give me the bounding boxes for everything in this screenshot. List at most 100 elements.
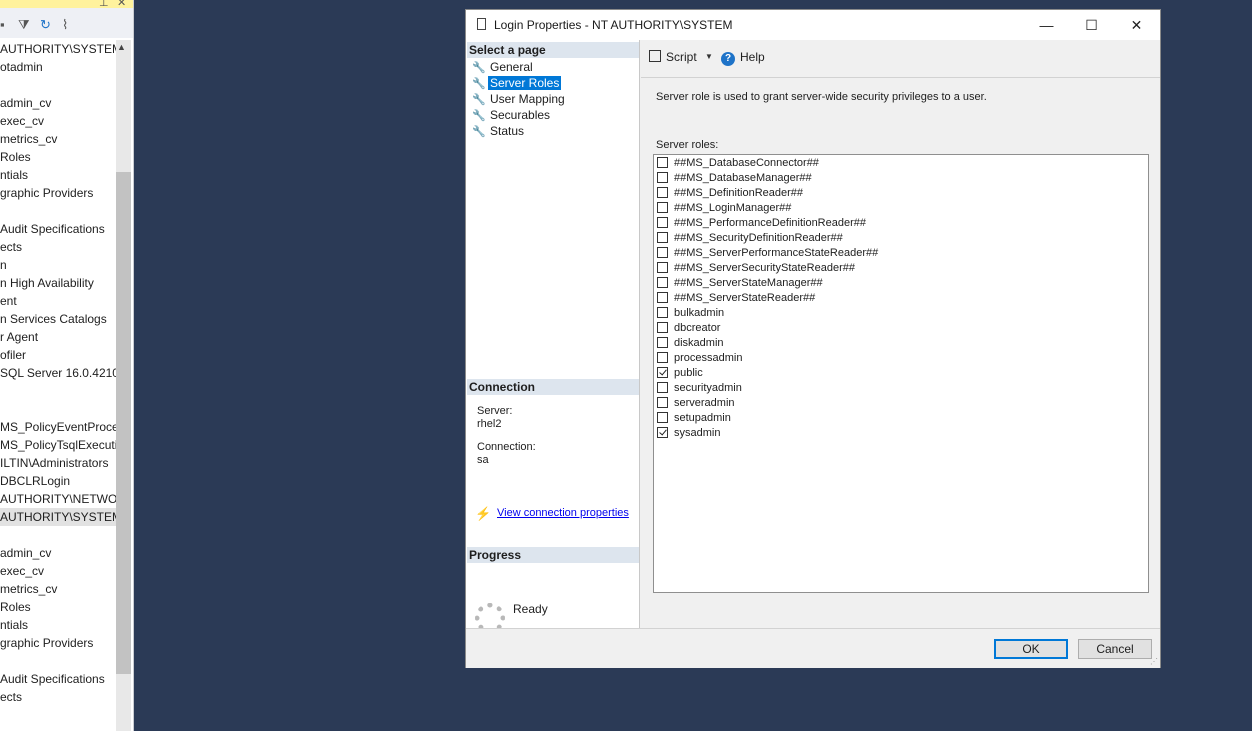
- tree-item[interactable]: AUTHORITY\SYSTEM: [0, 40, 116, 58]
- tree-item[interactable]: DBCLRLogin: [0, 472, 116, 490]
- page-item-general[interactable]: 🔧 General: [472, 59, 535, 75]
- tree-item[interactable]: [0, 202, 116, 220]
- role-checkbox[interactable]: [657, 187, 668, 198]
- ok-button[interactable]: OK: [994, 639, 1068, 659]
- role-checkbox[interactable]: [657, 367, 668, 378]
- role-checkbox[interactable]: [657, 202, 668, 213]
- tree-item[interactable]: ent: [0, 292, 116, 310]
- role-row[interactable]: ##MS_DefinitionReader##: [657, 186, 803, 201]
- role-checkbox[interactable]: [657, 247, 668, 258]
- tree-item[interactable]: exec_cv: [0, 562, 116, 580]
- disconnect-icon[interactable]: ▪: [0, 18, 5, 32]
- tree-item[interactable]: ILTIN\Administrators: [0, 454, 116, 472]
- role-row[interactable]: setupadmin: [657, 411, 731, 426]
- role-row[interactable]: ##MS_SecurityDefinitionReader##: [657, 231, 843, 246]
- role-row[interactable]: ##MS_DatabaseManager##: [657, 171, 812, 186]
- role-checkbox[interactable]: [657, 397, 668, 408]
- dialog-titlebar[interactable]: Login Properties - NT AUTHORITY\SYSTEM —…: [466, 10, 1160, 40]
- script-dropdown-icon[interactable]: ▼: [705, 52, 713, 61]
- tree-item[interactable]: n: [0, 256, 116, 274]
- activity-monitor-icon[interactable]: ⌇: [62, 18, 68, 32]
- role-row[interactable]: public: [657, 366, 703, 381]
- tree-item[interactable]: SQL Server 16.0.4210.1: [0, 364, 116, 382]
- minimize-button[interactable]: —: [1024, 10, 1069, 40]
- resize-grip-icon[interactable]: ⋰: [1150, 657, 1158, 666]
- role-row[interactable]: ##MS_ServerPerformanceStateReader##: [657, 246, 878, 261]
- tree-item[interactable]: metrics_cv: [0, 130, 116, 148]
- view-connection-properties-link[interactable]: View connection properties: [497, 507, 629, 519]
- close-button[interactable]: ✕: [1114, 10, 1159, 40]
- role-row[interactable]: dbcreator: [657, 321, 720, 336]
- page-item-status[interactable]: 🔧 Status: [472, 123, 526, 139]
- role-row[interactable]: serveradmin: [657, 396, 735, 411]
- tree-item[interactable]: [0, 382, 116, 400]
- tree-item[interactable]: ntials: [0, 166, 116, 184]
- page-item-server-roles[interactable]: 🔧 Server Roles: [472, 75, 562, 91]
- role-row[interactable]: sysadmin: [657, 426, 720, 441]
- role-checkbox[interactable]: [657, 337, 668, 348]
- tree-item[interactable]: ects: [0, 688, 116, 706]
- script-button[interactable]: Script: [649, 49, 697, 65]
- role-checkbox[interactable]: [657, 412, 668, 423]
- tree-item[interactable]: admin_cv: [0, 544, 116, 562]
- role-checkbox[interactable]: [657, 232, 668, 243]
- tree-item[interactable]: n High Availability: [0, 274, 116, 292]
- tree-item[interactable]: metrics_cv: [0, 580, 116, 598]
- role-row[interactable]: bulkadmin: [657, 306, 724, 321]
- tree-item[interactable]: AUTHORITY\SYSTEM: [0, 508, 116, 526]
- role-checkbox[interactable]: [657, 277, 668, 288]
- role-checkbox[interactable]: [657, 172, 668, 183]
- role-checkbox[interactable]: [657, 427, 668, 438]
- role-checkbox[interactable]: [657, 307, 668, 318]
- page-item-securables[interactable]: 🔧 Securables: [472, 107, 552, 123]
- role-row[interactable]: ##MS_ServerStateManager##: [657, 276, 823, 291]
- filter-icon[interactable]: ⧩: [18, 18, 30, 32]
- maximize-button[interactable]: ☐: [1069, 10, 1114, 40]
- role-row[interactable]: ##MS_LoginManager##: [657, 201, 791, 216]
- help-button[interactable]: ? Help: [721, 49, 765, 66]
- role-row[interactable]: ##MS_DatabaseConnector##: [657, 156, 819, 171]
- role-row[interactable]: processadmin: [657, 351, 742, 366]
- role-checkbox[interactable]: [657, 322, 668, 333]
- explorer-scrollbar-thumb[interactable]: [116, 172, 131, 674]
- tree-item[interactable]: Roles: [0, 598, 116, 616]
- tree-item[interactable]: ects: [0, 238, 116, 256]
- tree-item[interactable]: admin_cv: [0, 94, 116, 112]
- tree-item[interactable]: [0, 526, 116, 544]
- tree-item[interactable]: AUTHORITY\NETWO: [0, 490, 116, 508]
- role-checkbox[interactable]: [657, 382, 668, 393]
- role-checkbox[interactable]: [657, 217, 668, 228]
- role-name: ##MS_SecurityDefinitionReader##: [674, 232, 843, 244]
- tree-item[interactable]: MS_PolicyTsqlExecutio: [0, 436, 116, 454]
- tree-item[interactable]: [0, 76, 116, 94]
- role-row[interactable]: ##MS_PerformanceDefinitionReader##: [657, 216, 866, 231]
- pin-icon[interactable]: ⊥: [99, 0, 109, 10]
- role-checkbox[interactable]: [657, 352, 668, 363]
- tree-item[interactable]: Audit Specifications: [0, 220, 116, 238]
- tree-item[interactable]: MS_PolicyEventProces: [0, 418, 116, 436]
- tree-item[interactable]: [0, 652, 116, 670]
- scroll-up-icon[interactable]: ▲: [117, 42, 126, 52]
- tree-item[interactable]: graphic Providers: [0, 634, 116, 652]
- role-row[interactable]: ##MS_ServerStateReader##: [657, 291, 815, 306]
- close-icon[interactable]: ✕: [117, 0, 126, 10]
- role-checkbox[interactable]: [657, 262, 668, 273]
- tree-item[interactable]: otadmin: [0, 58, 116, 76]
- tree-item[interactable]: r Agent: [0, 328, 116, 346]
- role-checkbox[interactable]: [657, 292, 668, 303]
- tree-item[interactable]: n Services Catalogs: [0, 310, 116, 328]
- cancel-button[interactable]: Cancel: [1078, 639, 1152, 659]
- tree-item[interactable]: exec_cv: [0, 112, 116, 130]
- tree-item[interactable]: Roles: [0, 148, 116, 166]
- tree-item[interactable]: ntials: [0, 616, 116, 634]
- role-checkbox[interactable]: [657, 157, 668, 168]
- refresh-icon[interactable]: ↻: [40, 18, 51, 32]
- role-row[interactable]: securityadmin: [657, 381, 742, 396]
- role-row[interactable]: ##MS_ServerSecurityStateReader##: [657, 261, 855, 276]
- tree-item[interactable]: Audit Specifications: [0, 670, 116, 688]
- tree-item[interactable]: graphic Providers: [0, 184, 116, 202]
- tree-item[interactable]: ofiler: [0, 346, 116, 364]
- page-item-user-mapping[interactable]: 🔧 User Mapping: [472, 91, 567, 107]
- tree-item[interactable]: [0, 400, 116, 418]
- role-row[interactable]: diskadmin: [657, 336, 724, 351]
